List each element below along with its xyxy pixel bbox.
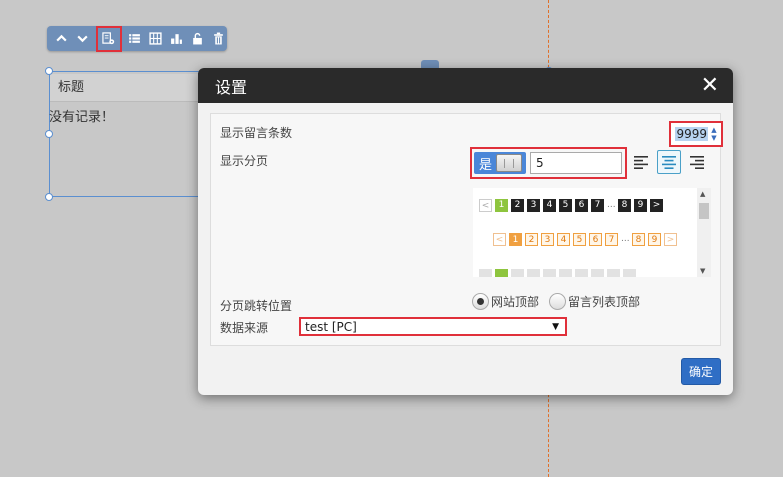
- pager-cell: [575, 269, 588, 277]
- chevron-up-icon: [56, 34, 68, 42]
- grid-icon: [149, 32, 162, 45]
- align-center-icon: [662, 155, 676, 169]
- pager-page: 8: [618, 199, 631, 212]
- message-count-value[interactable]: 9999: [675, 127, 708, 141]
- scroll-up-icon[interactable]: ▲: [700, 190, 705, 198]
- radio-site-top[interactable]: 网站顶部: [472, 293, 539, 310]
- settings-icon: [102, 32, 115, 45]
- list-button[interactable]: [126, 29, 144, 49]
- radio-label: 网站顶部: [491, 295, 540, 309]
- dialog-header: 设置 ✕: [198, 68, 733, 103]
- message-count-label: 显示留言条数: [220, 126, 293, 140]
- pager-cell: [495, 269, 508, 277]
- pager-page: 9: [634, 199, 647, 212]
- page-size-input[interactable]: 5: [530, 152, 622, 174]
- radio-button[interactable]: [472, 293, 489, 310]
- pager-page: 1: [495, 199, 508, 212]
- stepper-arrows[interactable]: ▲ ▼: [709, 126, 719, 142]
- align-left-icon: [634, 155, 648, 169]
- stepper-down-icon[interactable]: ▼: [711, 134, 716, 142]
- pager-cell: [623, 269, 636, 277]
- pager-page: 5: [573, 233, 586, 246]
- chevron-down-icon: [77, 35, 88, 43]
- trash-icon: [213, 32, 223, 45]
- align-center-button[interactable]: [657, 150, 681, 174]
- widget-title: 标题: [50, 74, 210, 102]
- pager-page: 3: [541, 233, 554, 246]
- pager-page: 4: [543, 199, 556, 212]
- pager-cell: [559, 269, 572, 277]
- stepper-up-icon[interactable]: ▲: [711, 126, 716, 134]
- pager-ellipsis: ...: [607, 200, 616, 210]
- chart-icon: [170, 34, 182, 44]
- settings-dialog: 设置 ✕ 显示留言条数 9999 ▲ ▼ 显示分页 是 5 < 1 2 3 4 …: [198, 68, 733, 395]
- pager-page: 9: [648, 233, 661, 246]
- pager-page: 7: [591, 199, 604, 212]
- message-count-stepper[interactable]: 9999 ▲ ▼: [669, 121, 723, 147]
- align-left-button[interactable]: [629, 150, 653, 174]
- pager-next: >: [650, 199, 663, 212]
- pager-cell: [511, 269, 524, 277]
- data-source-value: test [PC]: [305, 319, 357, 334]
- data-source-select[interactable]: test [PC] ▼: [299, 317, 567, 336]
- pagination-toggle[interactable]: 是: [474, 152, 526, 174]
- grid-button[interactable]: [146, 29, 164, 49]
- pager-page: 6: [575, 199, 588, 212]
- unlock-button[interactable]: [188, 29, 206, 49]
- radio-list-top[interactable]: 留言列表顶部: [549, 293, 640, 310]
- move-down-button[interactable]: [74, 29, 92, 49]
- pager-style-dark[interactable]: < 1 2 3 4 5 6 7 ... 8 9 >: [479, 199, 663, 212]
- resize-handle-bottom-left[interactable]: [45, 193, 53, 201]
- radio-label: 留言列表顶部: [568, 295, 641, 309]
- pager-page: 6: [589, 233, 602, 246]
- pager-cell: [607, 269, 620, 277]
- pager-page: 2: [511, 199, 524, 212]
- pager-page: 8: [632, 233, 645, 246]
- dialog-body: 显示留言条数 9999 ▲ ▼ 显示分页 是 5 < 1 2 3 4 5 6 7…: [210, 113, 723, 346]
- unlock-icon: [192, 32, 202, 45]
- pager-page: 3: [527, 199, 540, 212]
- settings-button[interactable]: [95, 25, 122, 52]
- pager-style-orange[interactable]: < 1 2 3 4 5 6 7 ... 8 9 >: [493, 233, 677, 246]
- resize-handle-left[interactable]: [45, 130, 53, 138]
- pager-prev: <: [479, 199, 492, 212]
- pager-next: >: [664, 233, 677, 246]
- pager-style-green[interactable]: [479, 269, 636, 277]
- pager-style-list[interactable]: < 1 2 3 4 5 6 7 ... 8 9 > < 1 2 3 4 5 6: [473, 188, 711, 277]
- scroll-down-icon[interactable]: ▼: [700, 267, 705, 275]
- pager-scrollbar[interactable]: ▲ ▼: [697, 188, 711, 277]
- pager-page: 1: [509, 233, 522, 246]
- align-right-icon: [690, 155, 704, 169]
- confirm-button[interactable]: 确定: [681, 358, 721, 385]
- pager-cell: [527, 269, 540, 277]
- resize-handle-top-left[interactable]: [45, 67, 53, 75]
- dropdown-arrow-icon: ▼: [552, 321, 559, 332]
- move-up-button[interactable]: [53, 29, 71, 49]
- pager-page: 2: [525, 233, 538, 246]
- pager-ellipsis: ...: [621, 234, 630, 244]
- pager-cell: [543, 269, 556, 277]
- pagination-controls: 是 5: [470, 147, 627, 179]
- scroll-thumb[interactable]: [699, 203, 709, 219]
- radio-button[interactable]: [549, 293, 566, 310]
- widget-toolbar: [47, 25, 227, 52]
- pager-cell: [479, 269, 492, 277]
- toggle-label: 是: [479, 157, 493, 173]
- delete-button[interactable]: [209, 29, 227, 49]
- pager-prev: <: [493, 233, 506, 246]
- pagination-label: 显示分页: [220, 154, 269, 168]
- widget-empty-text: 没有记录！: [49, 110, 115, 125]
- close-icon[interactable]: ✕: [701, 74, 719, 97]
- jump-position-label: 分页跳转位置: [220, 299, 293, 313]
- toggle-knob[interactable]: [496, 154, 523, 172]
- chart-button[interactable]: [167, 29, 185, 49]
- data-source-label: 数据来源: [220, 321, 269, 335]
- pager-page: 5: [559, 199, 572, 212]
- pager-cell: [591, 269, 604, 277]
- align-right-button[interactable]: [685, 150, 709, 174]
- pager-page: 7: [605, 233, 618, 246]
- list-icon: [129, 34, 140, 43]
- dialog-title: 设置: [215, 77, 248, 97]
- pager-page: 4: [557, 233, 570, 246]
